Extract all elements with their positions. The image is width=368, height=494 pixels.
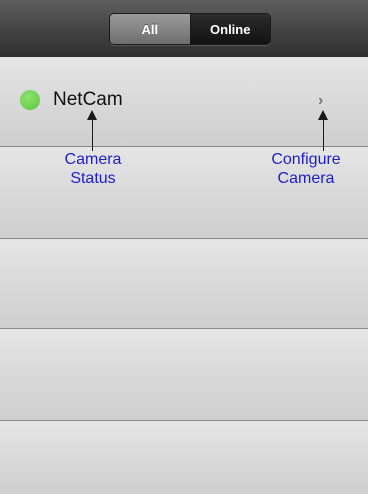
chevron-right-icon[interactable]: › <box>318 92 323 110</box>
configure-camera-annotation: Configure Camera <box>253 150 359 188</box>
camera-name: NetCam <box>53 89 123 110</box>
status-dot-icon <box>20 90 40 110</box>
top-toolbar: All Online <box>0 0 368 57</box>
list-row-empty <box>0 239 368 329</box>
list-row-empty <box>0 329 368 421</box>
configure-camera-annotation-line2: Camera <box>277 170 335 187</box>
camera-status-arrow-line <box>92 118 93 151</box>
filter-online-segment[interactable]: Online <box>190 14 270 44</box>
filter-online-label: Online <box>210 21 251 37</box>
filter-segmented-control[interactable]: All Online <box>109 13 271 45</box>
camera-status-annotation: Camera Status <box>48 150 138 188</box>
list-row-empty <box>0 421 368 494</box>
camera-status-annotation-line1: Camera <box>64 151 122 168</box>
configure-camera-arrow-line <box>323 118 324 151</box>
camera-status-annotation-line2: Status <box>70 170 116 187</box>
camera-row[interactable]: NetCam › <box>0 57 368 147</box>
configure-camera-annotation-line1: Configure <box>271 151 341 168</box>
filter-all-label: All <box>141 21 159 37</box>
filter-all-segment[interactable]: All <box>110 14 191 44</box>
